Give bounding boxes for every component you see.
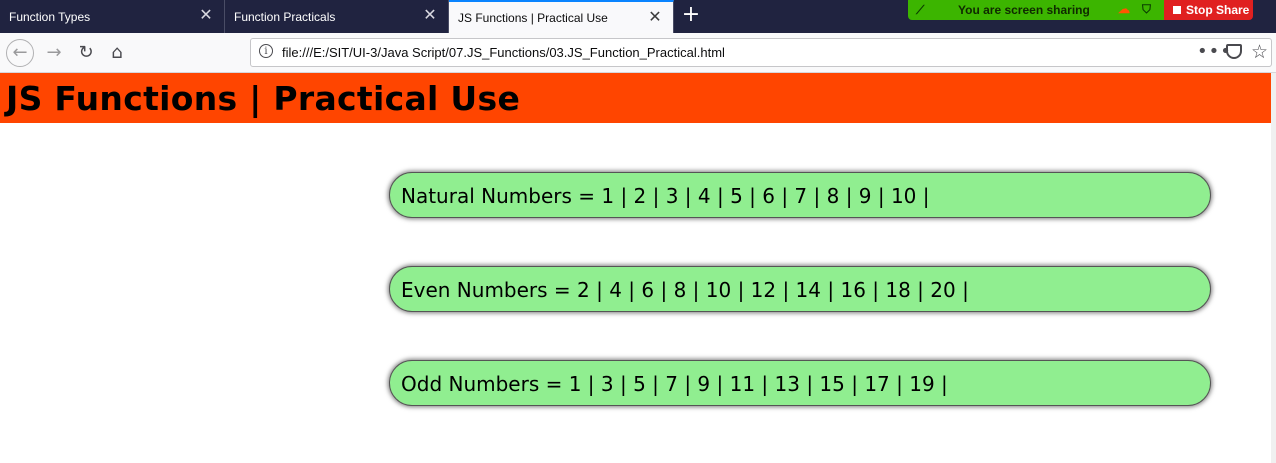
back-icon[interactable]: ← xyxy=(6,39,34,67)
pocket-icon[interactable] xyxy=(1226,44,1242,59)
tab-js-functions[interactable]: JS Functions | Practical Use ✕ xyxy=(449,0,674,33)
reload-icon[interactable]: ↻ xyxy=(72,39,100,67)
bookmark-star-icon[interactable]: ☆ xyxy=(1251,41,1268,63)
shield-icon: ⛉ xyxy=(1142,2,1152,16)
url-bar[interactable]: i file:///E:/SIT/UI-3/Java Script/07.JS_… xyxy=(250,38,1272,67)
tab-label: Function Types xyxy=(9,9,91,24)
tab-function-practicals[interactable]: Function Practicals ✕ xyxy=(225,0,449,33)
stop-share-button[interactable]: Stop Share xyxy=(1164,0,1253,20)
url-text[interactable]: file:///E:/SIT/UI-3/Java Script/07.JS_Fu… xyxy=(282,45,725,60)
odd-numbers-text: Odd Numbers = 1 | 3 | 5 | 7 | 9 | 11 | 1… xyxy=(401,372,948,396)
page-header: JS Functions | Practical Use xyxy=(0,73,1276,123)
close-icon[interactable]: ✕ xyxy=(198,8,214,24)
odd-numbers-box: Odd Numbers = 1 | 3 | 5 | 7 | 9 | 11 | 1… xyxy=(389,360,1211,406)
forward-icon[interactable]: → xyxy=(40,39,68,67)
tab-bar: Function Types ✕ Function Practicals ✕ J… xyxy=(0,0,1276,33)
drag-handle-icon[interactable]: ⟋ xyxy=(916,3,924,18)
even-numbers-text: Even Numbers = 2 | 4 | 6 | 8 | 10 | 12 |… xyxy=(401,278,969,302)
natural-numbers-text: Natural Numbers = 1 | 2 | 3 | 4 | 5 | 6 … xyxy=(401,184,930,208)
even-numbers-box: Even Numbers = 2 | 4 | 6 | 8 | 10 | 12 |… xyxy=(389,266,1211,312)
tab-label: Function Practicals xyxy=(234,9,336,24)
screen-sharing-message: You are screen sharing xyxy=(958,3,1090,17)
stop-share-label: Stop Share xyxy=(1186,3,1250,17)
close-icon[interactable]: ✕ xyxy=(647,10,663,26)
info-icon[interactable]: i xyxy=(259,44,273,58)
scrollbar[interactable] xyxy=(1271,73,1276,463)
screen-sharing-bar: ⟋ You are screen sharing ☁ ⛉ xyxy=(908,0,1164,20)
close-icon[interactable]: ✕ xyxy=(422,8,438,24)
new-tab-icon[interactable]: + xyxy=(680,4,702,26)
natural-numbers-box: Natural Numbers = 1 | 2 | 3 | 4 | 5 | 6 … xyxy=(389,172,1211,218)
home-icon[interactable]: ⌂ xyxy=(103,39,131,67)
tab-label: JS Functions | Practical Use xyxy=(458,10,608,25)
page-title: JS Functions | Practical Use xyxy=(6,79,521,118)
navigation-bar: ← → ↻ ⌂ i file:///E:/SIT/UI-3/Java Scrip… xyxy=(0,33,1276,73)
tab-function-types[interactable]: Function Types ✕ xyxy=(0,0,225,33)
cloud-icon: ☁ xyxy=(1118,2,1130,16)
stop-icon xyxy=(1173,6,1181,14)
